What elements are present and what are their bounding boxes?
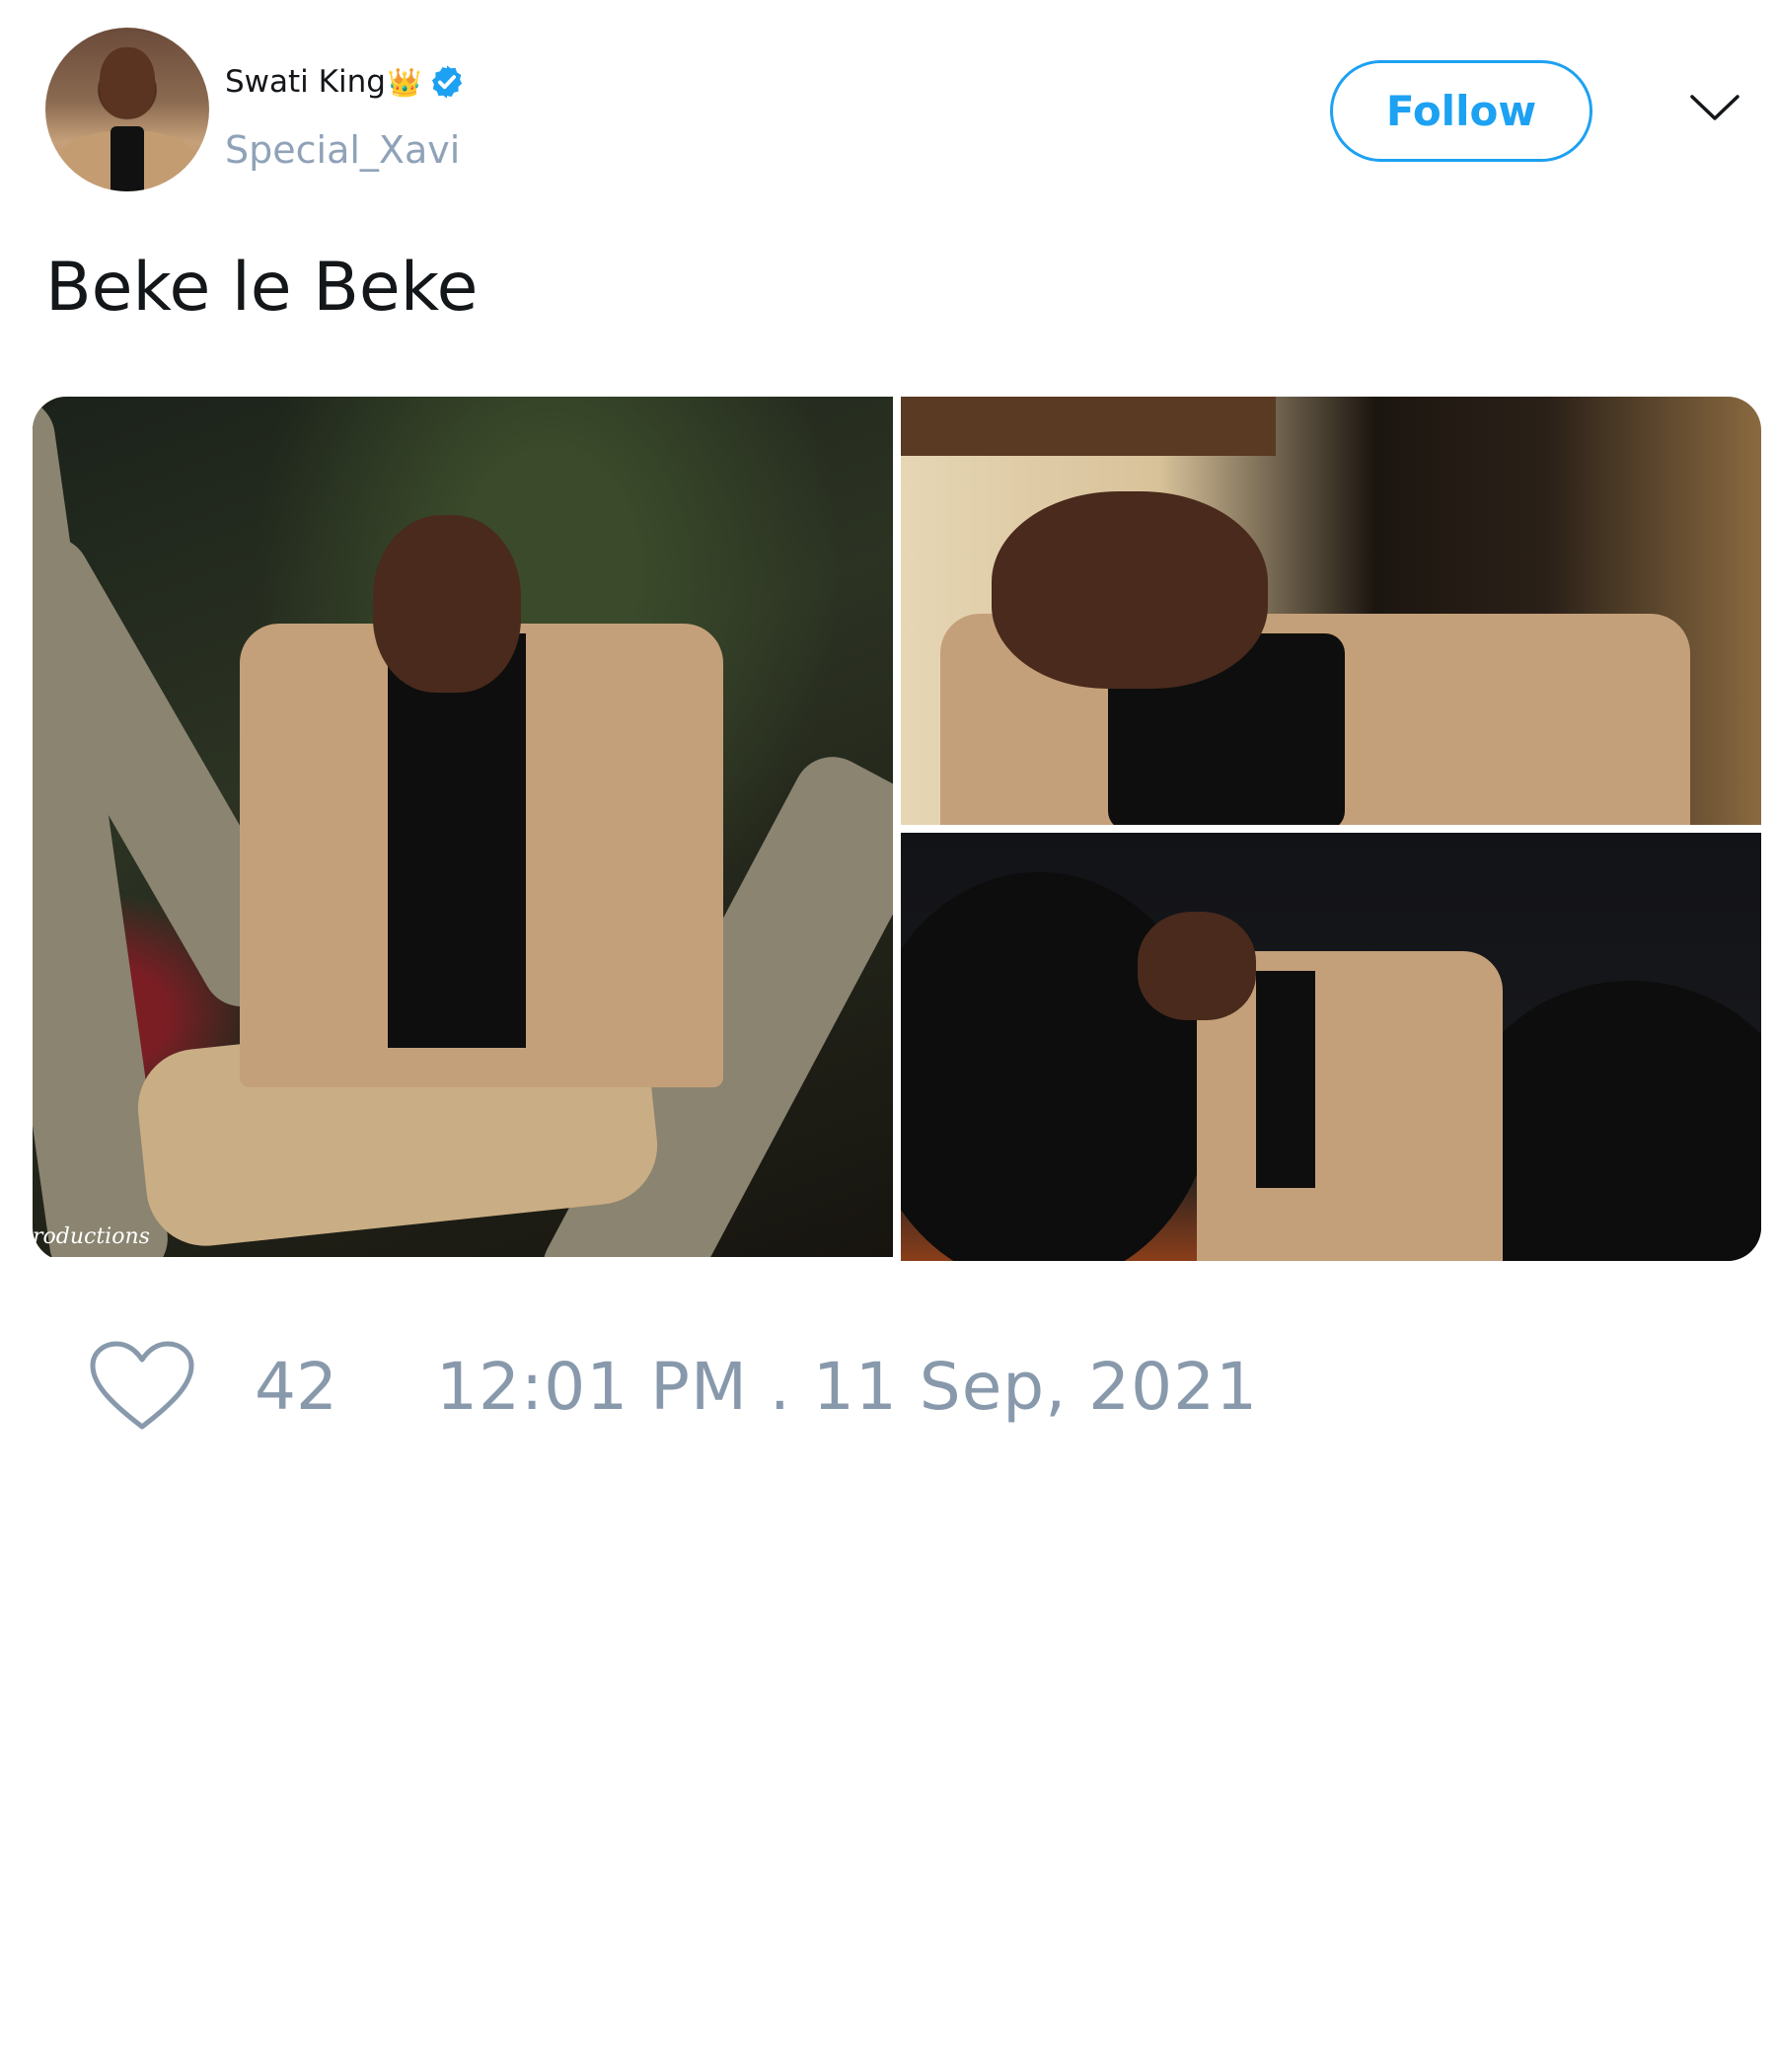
follow-button[interactable]: Follow — [1330, 60, 1592, 162]
tweet-timestamp[interactable]: 12:01 PM . 11 Sep, 2021 — [436, 1349, 1258, 1425]
media-grid: roductions — [33, 397, 1761, 1261]
figure-shirt — [388, 633, 526, 1048]
tweet-photo-1[interactable]: roductions — [33, 397, 893, 1257]
verified-badge-icon — [431, 65, 462, 99]
figure-head — [1138, 912, 1256, 1020]
figure-head — [373, 515, 521, 693]
tweet-photo-3[interactable] — [901, 833, 1761, 1261]
crown-emoji: 👑 — [387, 65, 422, 99]
user-display-name[interactable]: Swati King 👑 — [225, 63, 466, 101]
roof-edge — [901, 397, 1276, 456]
tweet-photo-2[interactable] — [901, 397, 1761, 825]
photo-watermark: roductions — [33, 1224, 150, 1249]
chevron-down-icon[interactable] — [1689, 91, 1740, 124]
avatar[interactable] — [45, 28, 209, 191]
heart-icon[interactable] — [89, 1340, 195, 1433]
figure-head — [992, 491, 1268, 689]
figure-shirt — [1256, 971, 1315, 1188]
like-count: 42 — [255, 1348, 337, 1425]
user-handle[interactable]: Special_Xavi — [225, 128, 460, 172]
tweet-actions: 42 12:01 PM . 11 Sep, 2021 — [89, 1337, 1258, 1436]
tweet-text: Beke le Beke — [45, 249, 479, 327]
avatar-head — [100, 47, 155, 118]
avatar-shirt — [111, 126, 144, 191]
user-display-name-text: Swati King — [225, 64, 386, 100]
